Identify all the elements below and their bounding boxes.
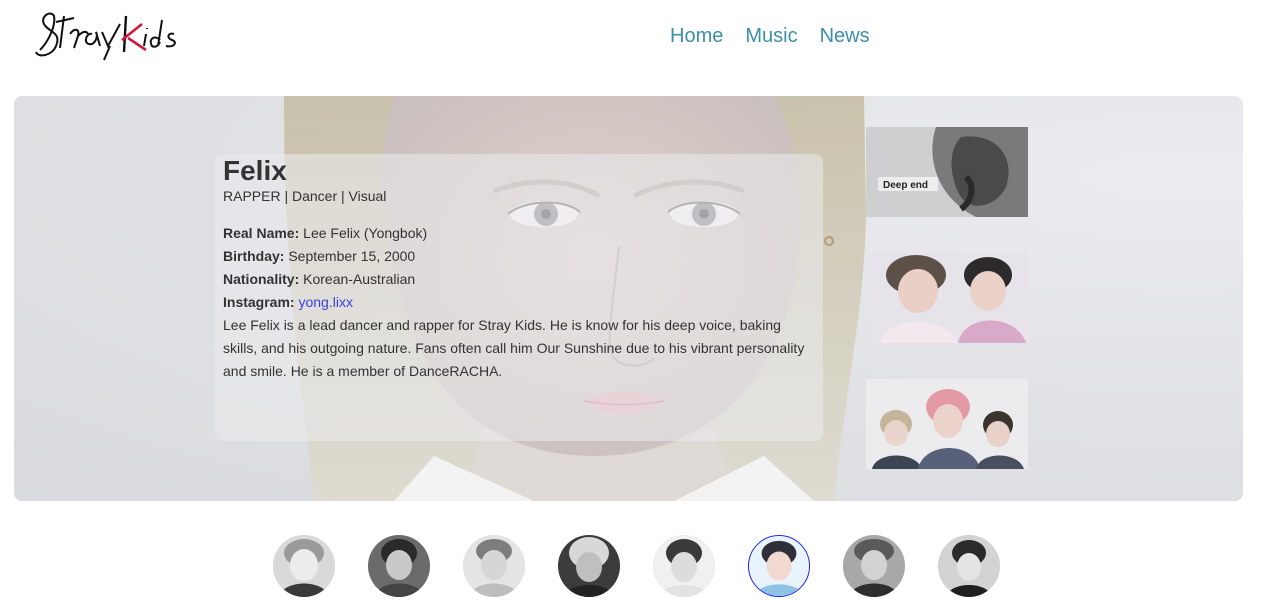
member-avatar-7-image bbox=[843, 535, 905, 597]
member-selector bbox=[273, 535, 1000, 597]
fact-instagram: Instagram: yong.lixx bbox=[223, 291, 815, 314]
member-avatar-4-image bbox=[558, 535, 620, 597]
member-avatar-7[interactable] bbox=[843, 535, 905, 597]
gallery-thumb-deep-end[interactable]: Deep end bbox=[866, 127, 1028, 217]
nav-music-link[interactable]: Music bbox=[745, 25, 797, 48]
member-avatar-3-image bbox=[463, 535, 525, 597]
instagram-link[interactable]: yong.lixx bbox=[298, 294, 352, 310]
duo-photo-image bbox=[866, 253, 1028, 343]
fact-real-name-value: Lee Felix (Yongbok) bbox=[303, 225, 428, 241]
profile-hero: Felix RAPPER | Dancer | Visual Real Name… bbox=[14, 96, 1243, 501]
member-avatar-2-image bbox=[368, 535, 430, 597]
fact-nationality: Nationality: Korean-Australian bbox=[223, 268, 815, 291]
fact-real-name-label: Real Name: bbox=[223, 225, 300, 241]
nav-home-link[interactable]: Home bbox=[670, 25, 723, 48]
member-avatar-5-image bbox=[653, 535, 715, 597]
fact-birthday: Birthday: September 15, 2000 bbox=[223, 245, 815, 268]
fact-birthday-label: Birthday: bbox=[223, 248, 285, 264]
trio-photo-image bbox=[866, 379, 1028, 469]
profile-info-card: Felix RAPPER | Dancer | Visual Real Name… bbox=[215, 154, 823, 441]
fact-birthday-value: September 15, 2000 bbox=[288, 248, 416, 264]
member-avatar-felix-image bbox=[749, 536, 809, 596]
member-avatar-1-image bbox=[273, 535, 335, 597]
member-facts: Real Name: Lee Felix (Yongbok) Birthday:… bbox=[223, 222, 815, 383]
gallery-thumb-trio[interactable] bbox=[866, 379, 1028, 469]
member-avatar-2[interactable] bbox=[368, 535, 430, 597]
fact-instagram-label: Instagram: bbox=[223, 294, 295, 310]
member-avatar-3[interactable] bbox=[463, 535, 525, 597]
member-avatar-4[interactable] bbox=[558, 535, 620, 597]
fact-nationality-value: Korean-Australian bbox=[303, 271, 416, 287]
nav-news-link[interactable]: News bbox=[820, 25, 870, 48]
main-nav: Home Music News bbox=[670, 25, 870, 48]
logo-signature bbox=[35, 12, 176, 61]
gallery-thumb-duo[interactable] bbox=[866, 253, 1028, 343]
member-bio: Lee Felix is a lead dancer and rapper fo… bbox=[223, 317, 805, 379]
fact-nationality-label: Nationality: bbox=[223, 271, 300, 287]
stray-kids-logo[interactable] bbox=[34, 6, 182, 62]
fact-real-name: Real Name: Lee Felix (Yongbok) bbox=[223, 222, 815, 245]
deep-end-cover-image: Deep end bbox=[866, 127, 1028, 217]
member-avatar-1[interactable] bbox=[273, 535, 335, 597]
member-avatar-8[interactable] bbox=[938, 535, 1000, 597]
member-name: Felix bbox=[223, 155, 287, 186]
deep-end-cover-text: Deep end bbox=[883, 180, 928, 191]
member-avatar-5[interactable] bbox=[653, 535, 715, 597]
member-roles: RAPPER | Dancer | Visual bbox=[223, 188, 387, 204]
member-avatar-felix[interactable] bbox=[748, 535, 810, 597]
member-avatar-8-image bbox=[938, 535, 1000, 597]
